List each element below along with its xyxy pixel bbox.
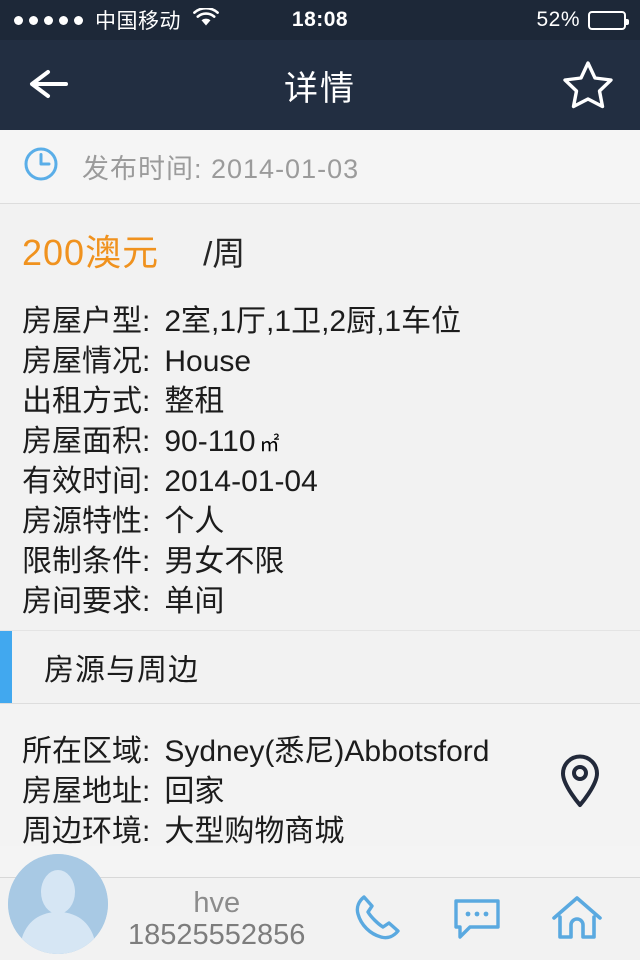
spec-row-layout: 房屋户型: 2室,1厅,1卫,2厨,1车位 <box>22 296 640 338</box>
location-row-environment: 周边环境: 大型购物商城 <box>22 806 640 848</box>
spec-row-source: 房源特性: 个人 <box>22 496 640 538</box>
spec-value: 单间 <box>164 585 225 618</box>
home-button[interactable] <box>550 893 604 946</box>
section-title: 房源与周边 <box>44 654 199 687</box>
property-spec-list: 房屋户型: 2室,1厅,1卫,2厨,1车位 房屋情况: House 出租方式: … <box>0 284 640 630</box>
publish-time-text: 发布时间: 2014-01-03 <box>82 154 360 184</box>
spec-value: 2室,1厅,1卫,2厨,1车位 <box>164 305 462 338</box>
back-button[interactable] <box>26 64 72 107</box>
price-unit: /周 <box>203 235 246 272</box>
carrier-label: 中国移动 <box>95 10 181 33</box>
spec-label: 房屋户型: <box>22 305 151 338</box>
signal-strength-dots <box>14 15 83 25</box>
call-button[interactable] <box>350 891 404 948</box>
spec-row-type: 房屋情况: House <box>22 336 640 378</box>
contact-info: hve 18525552856 <box>128 887 305 952</box>
spec-label: 出租方式: <box>22 385 151 418</box>
avatar[interactable] <box>8 854 108 954</box>
spec-value: House <box>164 345 252 378</box>
navigation-bar: 详情 <box>0 40 640 130</box>
spec-row-room-request: 房间要求: 单间 <box>22 576 640 618</box>
detail-content: 发布时间: 2014-01-03 200澳元 /周 房屋户型: 2室,1厅,1卫… <box>0 130 640 960</box>
star-outline-icon <box>562 59 614 112</box>
location-row-address: 房屋地址: 回家 <box>22 766 640 808</box>
back-arrow-icon <box>26 64 72 107</box>
location-row-area: 所在区域: Sydney(悉尼)Abbotsford <box>22 726 640 768</box>
location-label: 周边环境: <box>22 815 151 848</box>
location-label: 所在区域: <box>22 735 151 768</box>
price-amount: 200澳元 <box>22 232 160 273</box>
spec-label: 房屋情况: <box>22 345 151 378</box>
spec-label: 房间要求: <box>22 585 151 618</box>
action-icon-group <box>350 891 640 948</box>
home-icon <box>550 893 604 946</box>
battery-icon <box>588 10 629 30</box>
location-value: Sydney(悉尼)Abbotsford <box>164 735 490 768</box>
spec-value: 90-110 <box>164 425 256 458</box>
favorite-button[interactable] <box>562 59 614 112</box>
location-value: 回家 <box>164 775 225 808</box>
phone-icon <box>350 891 404 948</box>
spec-row-valid-date: 有效时间: 2014-01-04 <box>22 456 640 498</box>
bottom-action-bar: hve 18525552856 <box>0 854 640 960</box>
spec-label: 有效时间: <box>22 465 151 498</box>
spec-row-rent-mode: 出租方式: 整租 <box>22 376 640 418</box>
section-accent-bar <box>0 631 12 703</box>
spec-value: 男女不限 <box>164 545 285 578</box>
spec-value: 整租 <box>164 385 225 418</box>
spec-label: 限制条件: <box>22 545 151 578</box>
message-icon <box>450 893 504 946</box>
avatar-person-icon <box>8 854 108 954</box>
map-pin-button[interactable] <box>556 752 604 811</box>
page-title: 详情 <box>284 69 356 108</box>
location-block: 所在区域: Sydney(悉尼)Abbotsford 房屋地址: 回家 周边环境… <box>0 704 640 848</box>
status-battery-group: 52% <box>536 8 629 32</box>
location-value: 大型购物商城 <box>164 815 345 848</box>
section-header-surroundings: 房源与周边 <box>0 630 640 704</box>
contact-phone: 18525552856 <box>128 919 306 951</box>
spec-label: 房源特性: <box>22 505 151 538</box>
clock-icon <box>22 145 60 188</box>
spec-label: 房屋面积: <box>22 425 151 458</box>
wifi-icon <box>193 6 219 33</box>
map-pin-icon <box>556 752 604 811</box>
spec-value-unit: ㎡ <box>259 434 280 456</box>
message-button[interactable] <box>450 893 504 946</box>
spec-row-restriction: 限制条件: 男女不限 <box>22 536 640 578</box>
contact-name: hve <box>193 886 241 919</box>
spec-value: 2014-01-04 <box>164 465 318 498</box>
spec-value: 个人 <box>164 505 225 538</box>
publish-time-row: 发布时间: 2014-01-03 <box>0 130 640 204</box>
status-bar: 中国移动 18:08 52% <box>0 0 640 40</box>
battery-percent-label: 52% <box>536 8 580 31</box>
price-block: 200澳元 /周 <box>0 204 640 284</box>
location-label: 房屋地址: <box>22 775 151 808</box>
spec-row-area: 房屋面积: 90-110 ㎡ <box>22 416 640 458</box>
